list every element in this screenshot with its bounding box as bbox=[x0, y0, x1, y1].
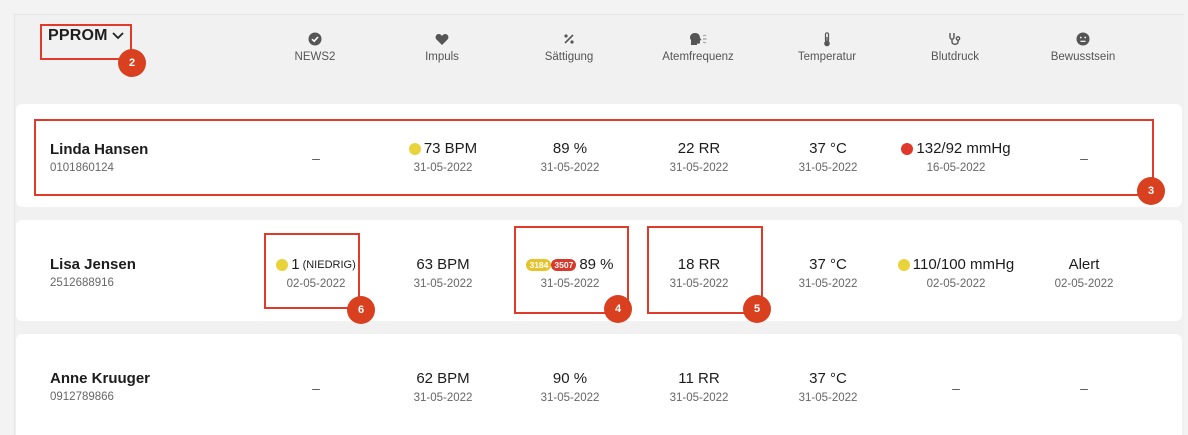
annotation-box-title bbox=[40, 24, 132, 60]
temp-cell[interactable]: 37 °C 31-05-2022 bbox=[758, 256, 898, 290]
impuls-cell[interactable]: 62 BPM 31-05-2022 bbox=[373, 370, 513, 404]
annotation-badge: 3 bbox=[1137, 177, 1165, 205]
patient-name[interactable]: Anne Kruuger bbox=[50, 370, 150, 387]
bewusst-cell[interactable]: Alert 02-05-2022 bbox=[1014, 256, 1154, 290]
patient-id: 0912789866 bbox=[50, 391, 114, 403]
column-bewusstsein[interactable]: Bewusstsein bbox=[1028, 32, 1138, 63]
temp-date: 31-05-2022 bbox=[798, 392, 858, 404]
bewusst-value: – bbox=[1080, 380, 1088, 396]
impuls-value: 63 BPM bbox=[416, 256, 470, 273]
saettigung-value: 90 % bbox=[552, 370, 588, 387]
impuls-cell[interactable]: 63 BPM 31-05-2022 bbox=[373, 256, 513, 290]
status-dot-yellow bbox=[897, 258, 910, 271]
blut-value: – bbox=[952, 380, 960, 396]
annotation-badge: 5 bbox=[743, 295, 771, 323]
saettigung-date: 31-05-2022 bbox=[540, 392, 600, 404]
annotation-badge: 4 bbox=[604, 295, 632, 323]
bewusst-date: 02-05-2022 bbox=[1054, 278, 1114, 290]
patient-id: 2512688916 bbox=[50, 277, 114, 289]
atem-cell[interactable]: 11 RR 31-05-2022 bbox=[629, 370, 769, 404]
column-news2[interactable]: NEWS2 bbox=[260, 32, 370, 63]
impuls-value: 62 BPM bbox=[416, 370, 470, 387]
column-blutdruck[interactable]: Blutdruck bbox=[900, 32, 1010, 63]
blut-cell[interactable]: – bbox=[886, 380, 1026, 396]
column-atemfrequenz[interactable]: Atemfrequenz bbox=[643, 32, 753, 63]
blut-date: 02-05-2022 bbox=[926, 278, 986, 290]
bewusst-value: Alert bbox=[1068, 256, 1100, 273]
column-saettigung[interactable]: Sättigung bbox=[514, 32, 624, 63]
patient-name[interactable]: Lisa Jensen bbox=[50, 256, 136, 273]
percent-icon bbox=[564, 34, 574, 44]
blut-cell[interactable]: 110/100 mmHg 02-05-2022 bbox=[886, 256, 1026, 290]
check-circle-icon bbox=[308, 32, 322, 46]
column-label: Blutdruck bbox=[931, 51, 979, 63]
annotation-badge: 2 bbox=[118, 49, 146, 77]
patient-row[interactable]: Anne Kruuger 0912789866 – 62 BPM 31-05-2… bbox=[16, 334, 1182, 435]
annotation-box-row bbox=[34, 119, 1154, 196]
temp-date: 31-05-2022 bbox=[798, 278, 858, 290]
news2-cell[interactable]: – bbox=[246, 380, 386, 396]
heart-icon bbox=[435, 33, 449, 45]
column-label: Bewusstsein bbox=[1050, 51, 1116, 63]
bewusst-cell[interactable]: – bbox=[1014, 380, 1154, 396]
column-label: Impuls bbox=[425, 51, 459, 63]
news2-value: – bbox=[312, 380, 320, 396]
breathing-head-icon bbox=[690, 33, 707, 45]
saettigung-cell[interactable]: 90 % 31-05-2022 bbox=[500, 370, 640, 404]
temp-cell[interactable]: 37 °C 31-05-2022 bbox=[758, 370, 898, 404]
atem-date: 31-05-2022 bbox=[669, 392, 729, 404]
column-impuls[interactable]: Impuls bbox=[387, 32, 497, 63]
face-icon bbox=[1076, 32, 1090, 46]
annotation-badge: 6 bbox=[347, 296, 375, 324]
column-label: Temperatur bbox=[797, 51, 857, 63]
temp-value: 37 °C bbox=[809, 370, 847, 387]
impuls-date: 31-05-2022 bbox=[413, 278, 473, 290]
column-label: Sättigung bbox=[544, 51, 594, 63]
table-header: PPROM NEWS2 Impuls Sättigung Atemfrequen… bbox=[0, 0, 1188, 90]
column-label: Atemfrequenz bbox=[662, 51, 734, 63]
blut-value: 110/100 mmHg bbox=[912, 256, 1015, 273]
atem-value: 11 RR bbox=[678, 370, 720, 387]
column-label: NEWS2 bbox=[294, 51, 336, 63]
temp-value: 37 °C bbox=[809, 256, 847, 273]
stethoscope-icon bbox=[949, 33, 961, 45]
annotation-box-news2 bbox=[264, 233, 360, 309]
column-temperatur[interactable]: Temperatur bbox=[772, 31, 882, 63]
thermometer-icon bbox=[824, 31, 830, 46]
impuls-date: 31-05-2022 bbox=[413, 392, 473, 404]
